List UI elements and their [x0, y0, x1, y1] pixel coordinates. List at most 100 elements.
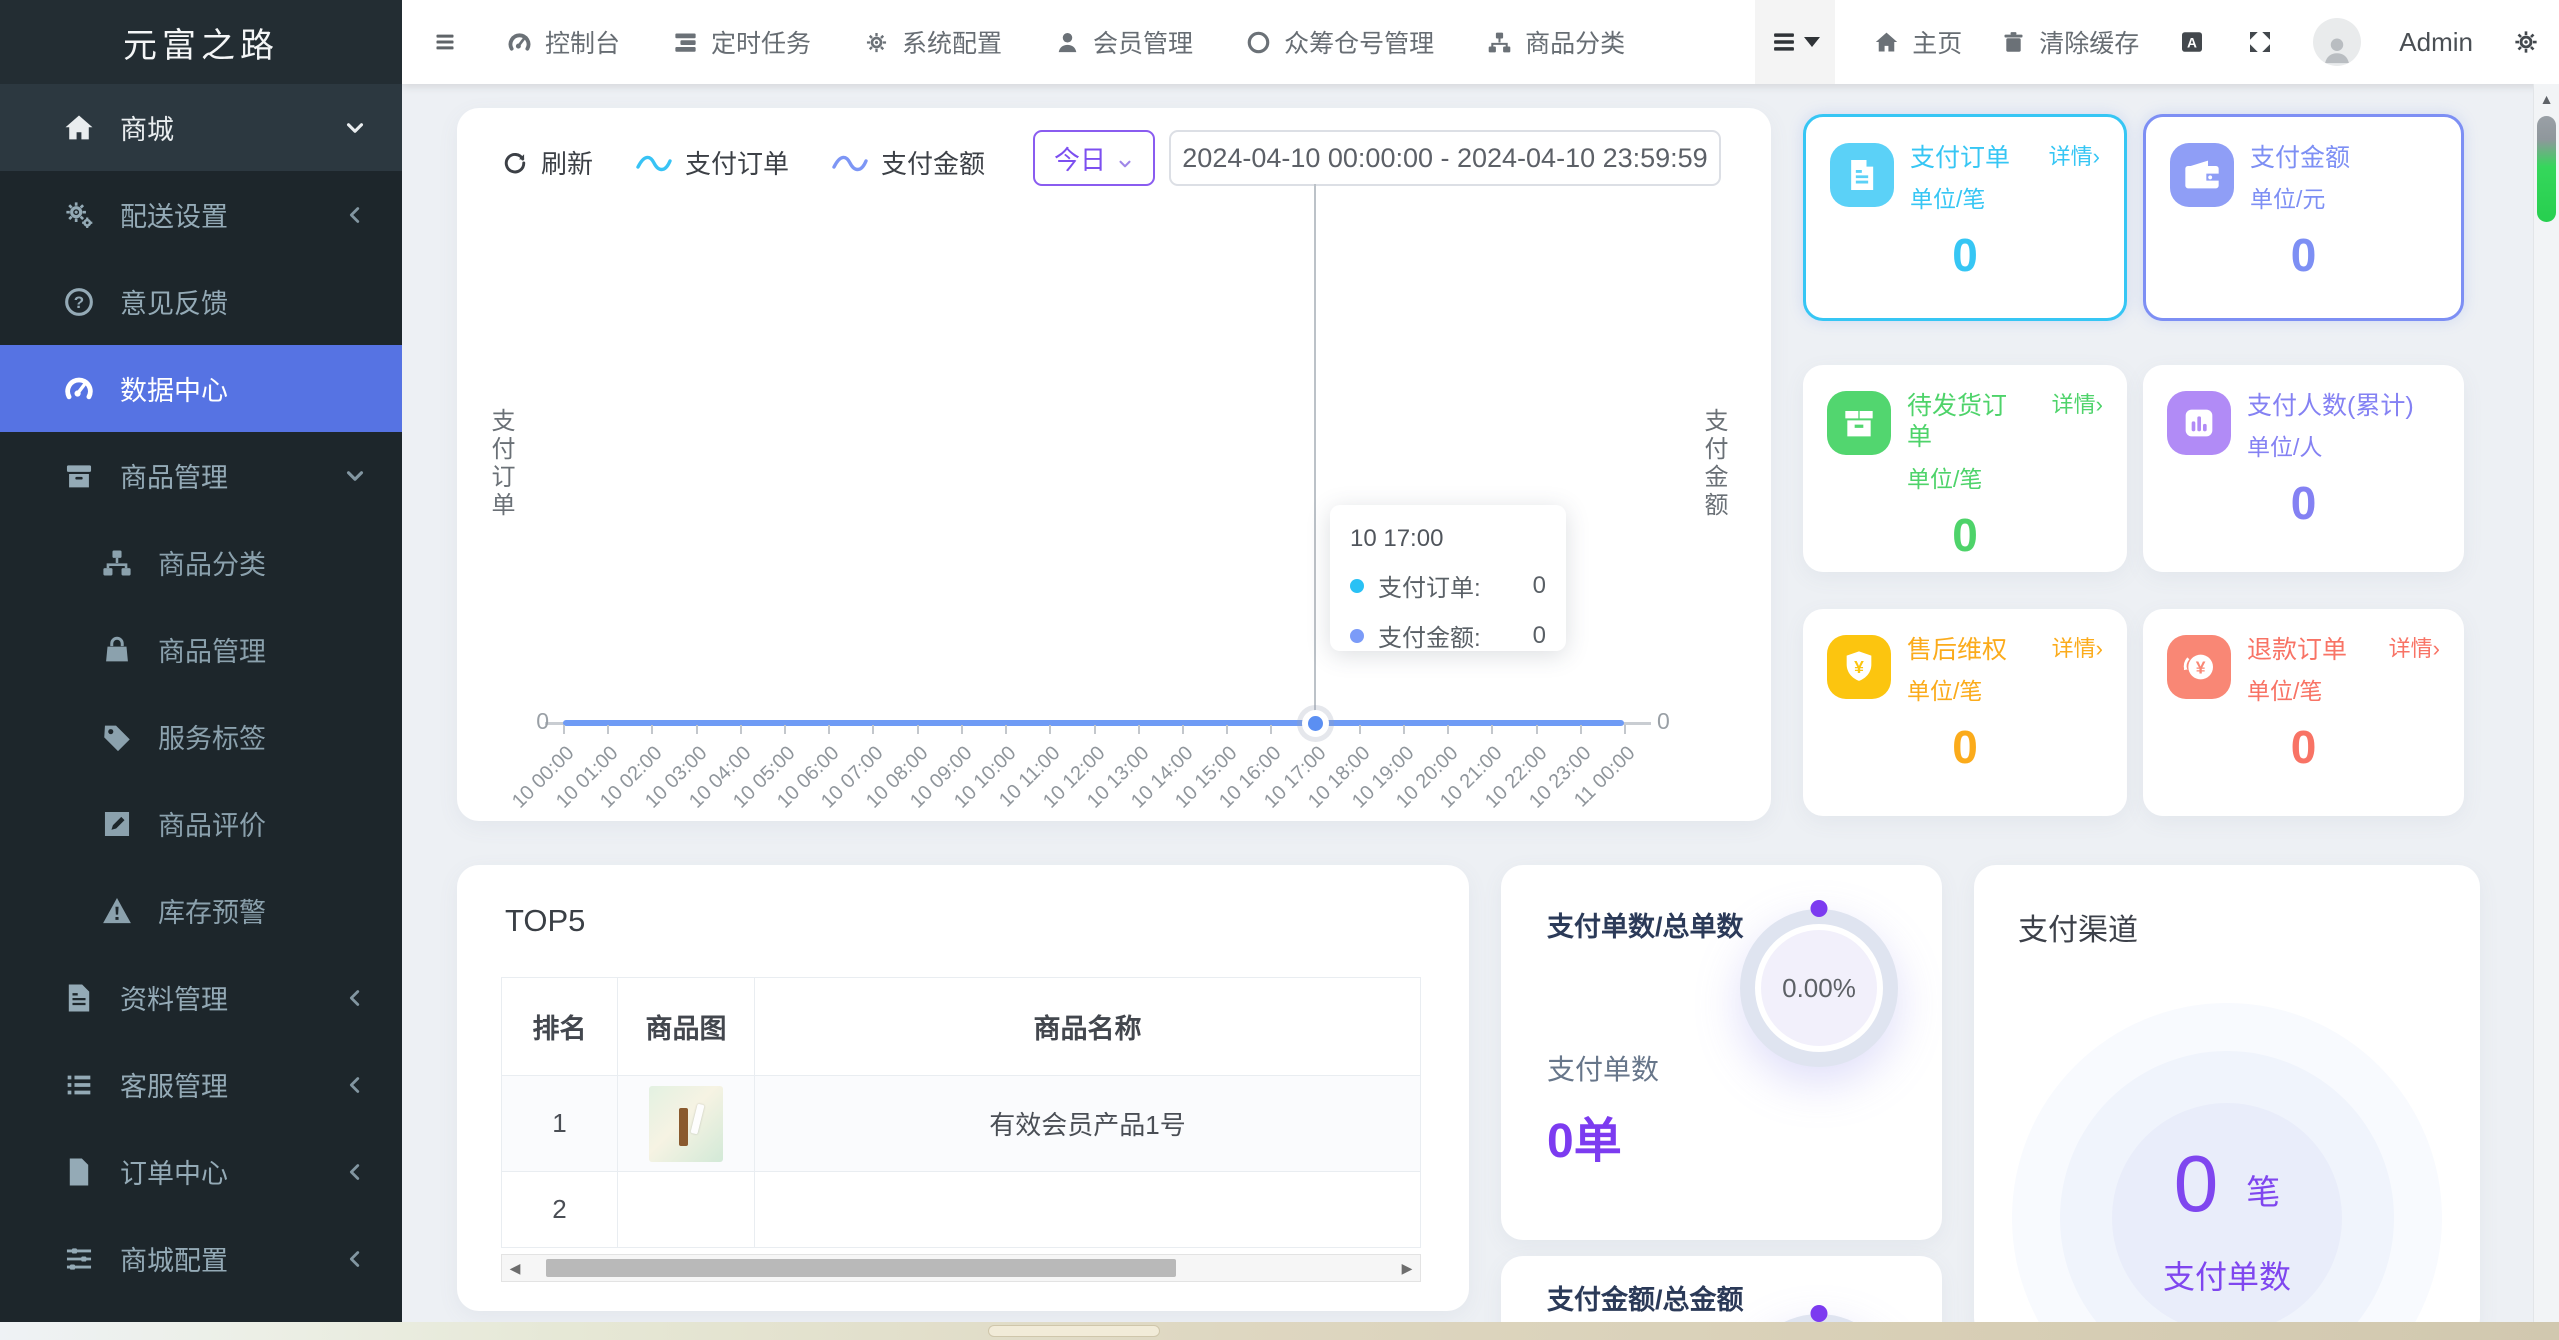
- ratio-percent: 0.00%: [1782, 972, 1856, 1003]
- nav-item-2[interactable]: 系统配置: [863, 24, 1002, 60]
- clear-cache-button[interactable]: 清除缓存: [2000, 24, 2139, 60]
- x-axis-tick: [960, 725, 963, 734]
- highlight-point[interactable]: [1307, 716, 1323, 731]
- scroll-left-icon[interactable]: ◀: [502, 1255, 528, 1281]
- scrollbar-thumb[interactable]: [546, 1259, 1176, 1277]
- sidebar-item-5[interactable]: 商品分类: [0, 519, 402, 606]
- sidebar-item-4[interactable]: 商品管理: [0, 432, 402, 519]
- x-axis-tick: [1226, 725, 1229, 734]
- x-axis-tick: [1491, 725, 1494, 734]
- scroll-right-icon[interactable]: ▶: [1394, 1255, 1420, 1281]
- scroll-up-icon[interactable]: ▲: [2534, 84, 2559, 114]
- caret-down-icon: [1804, 37, 1821, 47]
- chevron-left-icon: [342, 1072, 368, 1098]
- x-axis-tick: [1093, 725, 1096, 734]
- sidebar-item-10[interactable]: 资料管理: [0, 954, 402, 1041]
- col-image: 商品图: [617, 977, 755, 1076]
- range-label: 今日: [1053, 144, 1106, 175]
- nav-item-label: 会员管理: [1093, 30, 1194, 58]
- sidebar-item-2[interactable]: ? 意见反馈: [0, 258, 402, 345]
- legend-pay-amount[interactable]: 支付金额: [831, 144, 985, 181]
- table-row[interactable]: 1 有效会员产品1号: [501, 1075, 1421, 1172]
- sidebar-item-label: 数据中心: [120, 376, 228, 406]
- sidebar-item-7[interactable]: 服务标签: [0, 693, 402, 780]
- y-axis-tick-left: 0: [536, 708, 549, 734]
- stat-unit: 单位/人: [2247, 434, 2323, 461]
- home-link[interactable]: 主页: [1873, 24, 1962, 60]
- x-axis-tick: [1049, 725, 1052, 734]
- sidebar-item-6[interactable]: 商品管理: [0, 606, 402, 693]
- stat-card-payers-total: 支付人数(累计) › 单位/人 0: [2143, 365, 2464, 572]
- x-axis-tick: [739, 725, 742, 734]
- stat-title: 售后维权: [1907, 636, 2008, 664]
- top5-panel: TOP5 排名 商品图 商品名称 1 有效会员产品1号 2 ◀ ▶: [457, 865, 1469, 1311]
- sidebar: 元富之路 商城 配送设置? 意见反馈 数据中心 商品管理 商品分类 商品管理 服务标签 商品评价…: [0, 0, 402, 1340]
- chevron-left-icon: [342, 985, 368, 1011]
- bag-icon: [100, 633, 134, 667]
- sidebar-item-8[interactable]: 商品评价: [0, 780, 402, 867]
- gauge-label: 支付单数: [1547, 1054, 1660, 1085]
- nav-item-3[interactable]: 会员管理: [1054, 24, 1193, 60]
- settings-gear-icon[interactable]: [2511, 27, 2541, 57]
- chevron-down-icon: [1116, 149, 1134, 168]
- page-horizontal-scrollbar[interactable]: [0, 1322, 2559, 1340]
- wave-icon: [636, 155, 672, 171]
- x-axis-tick: [784, 725, 787, 734]
- hamburger-icon[interactable]: [430, 30, 460, 54]
- x-axis-tick: [916, 725, 919, 734]
- detail-link[interactable]: 详情 ›: [2052, 635, 2103, 664]
- stat-title: 支付订单: [1910, 144, 2011, 172]
- sitemap-icon: [100, 546, 134, 580]
- table-row[interactable]: 2: [501, 1171, 1421, 1248]
- table-horizontal-scrollbar[interactable]: ◀ ▶: [501, 1254, 1421, 1282]
- fullscreen-icon[interactable]: [2245, 27, 2275, 57]
- sidebar-item-0[interactable]: 商城: [0, 84, 402, 171]
- page-vertical-scrollbar[interactable]: ▲: [2533, 84, 2559, 1340]
- y-axis-tick-right: 0: [1657, 708, 1670, 734]
- bottle-shape: [679, 1107, 688, 1146]
- x-axis-tick: [1535, 725, 1538, 734]
- ring-dot: [1810, 1305, 1828, 1322]
- payment-channel-panel: 支付渠道 0 笔 支付单数: [1974, 865, 2480, 1340]
- chevron-left-icon: [342, 202, 368, 228]
- nav-item-1[interactable]: 定时任务: [672, 24, 811, 60]
- refresh-icon: [501, 149, 529, 177]
- sidebar-item-12[interactable]: 订单中心: [0, 1128, 402, 1215]
- image-cell: [617, 1075, 755, 1172]
- detail-link[interactable]: 详情 ›: [2049, 143, 2100, 172]
- legend-pay-orders[interactable]: 支付订单: [635, 144, 789, 181]
- detail-link[interactable]: 详情 ›: [2389, 635, 2440, 664]
- refresh-button[interactable]: 刷新: [501, 144, 593, 181]
- file-text-icon: [62, 981, 96, 1015]
- chevron-down-icon: [342, 463, 368, 489]
- sidebar-item-3[interactable]: 数据中心: [0, 345, 402, 432]
- stat-value: 0: [2290, 721, 2317, 774]
- stat-card-refund-orders: ¥ 退款订单 详情 › 单位/笔 0: [2143, 609, 2464, 816]
- channel-unit: 笔: [2246, 1173, 2281, 1212]
- x-axis-tick: [1624, 725, 1626, 734]
- avatar[interactable]: [2313, 18, 2362, 66]
- date-range-input[interactable]: 2024-04-10 00:00:00 - 2024-04-10 23:59:5…: [1169, 130, 1721, 186]
- nav-item-5[interactable]: 商品分类: [1486, 24, 1625, 60]
- scrollbar-thumb[interactable]: [2537, 116, 2556, 222]
- date-range-value: 2024-04-10 00:00:00 - 2024-04-10 23:59:5…: [1182, 142, 1708, 173]
- shield-yen-icon: ¥: [1827, 635, 1891, 699]
- username[interactable]: Admin: [2399, 27, 2473, 58]
- language-icon[interactable]: A: [2177, 27, 2207, 57]
- sidebar-item-11[interactable]: 客服管理: [0, 1041, 402, 1128]
- x-axis-tick: [1137, 725, 1140, 734]
- nav-item-label: 定时任务: [711, 30, 812, 58]
- detail-link[interactable]: 详情 ›: [2052, 391, 2103, 420]
- nav-item-4[interactable]: 众筹仓号管理: [1245, 24, 1434, 60]
- ratio-ring-chart: 0.00%: [1740, 900, 1898, 1067]
- nav-item-0[interactable]: 控制台: [506, 24, 620, 60]
- sidebar-item-9[interactable]: 库存预警: [0, 867, 402, 954]
- sidebar-item-1[interactable]: 配送设置: [0, 171, 402, 258]
- stat-card-pending-ship: 待发货订单 详情 › 单位/笔 0: [1803, 365, 2127, 572]
- sidebar-item-13[interactable]: 商城配置: [0, 1215, 402, 1302]
- tooltip-value: 0: [1532, 571, 1546, 599]
- stat-title: 支付金额: [2250, 144, 2351, 172]
- quick-menu-dropdown[interactable]: [1755, 0, 1836, 84]
- date-range-preset-button[interactable]: 今日: [1033, 130, 1155, 186]
- scrollbar-thumb[interactable]: [988, 1325, 1160, 1337]
